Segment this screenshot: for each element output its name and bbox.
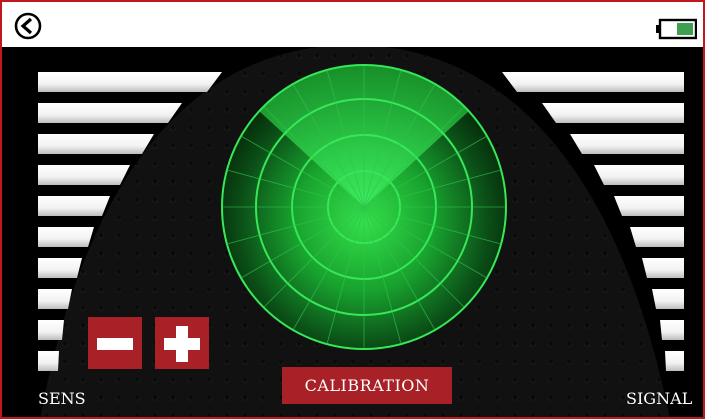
signal-bar <box>502 72 684 92</box>
sens-bar <box>38 289 72 309</box>
sens-bar <box>38 134 154 154</box>
signal-label: SIGNAL <box>626 389 693 408</box>
detector-stage: CALIBRATION SENS SIGNAL <box>2 47 703 417</box>
radar-scope <box>221 64 507 350</box>
sens-bar <box>38 103 182 123</box>
sens-bar <box>38 196 110 216</box>
sens-bar <box>38 351 59 371</box>
back-button[interactable] <box>14 12 42 40</box>
sens-bar <box>38 258 82 278</box>
battery-fill <box>677 23 693 35</box>
sensitivity-increase-button[interactable] <box>155 317 209 369</box>
signal-bar <box>614 196 684 216</box>
signal-bar <box>660 320 684 340</box>
signal-bar <box>652 289 684 309</box>
radar-spokes <box>222 65 506 349</box>
sens-bar <box>38 165 130 185</box>
minus-icon <box>97 338 133 350</box>
signal-bar <box>665 351 684 371</box>
signal-bar <box>594 165 684 185</box>
sens-label: SENS <box>38 389 86 408</box>
signal-bar <box>630 227 684 247</box>
battery-icon <box>656 18 698 40</box>
battery-indicator <box>655 18 698 40</box>
sensitivity-decrease-button[interactable] <box>88 317 142 369</box>
signal-bar <box>642 258 684 278</box>
sens-bar <box>38 227 94 247</box>
sens-bar <box>38 72 222 92</box>
top-bar <box>2 2 703 47</box>
signal-bar <box>570 134 684 154</box>
back-arrow-circle-icon <box>14 12 42 40</box>
calibration-button[interactable]: CALIBRATION <box>282 367 452 404</box>
sens-bar <box>38 320 64 340</box>
app-window: CALIBRATION SENS SIGNAL <box>0 0 705 419</box>
signal-bar <box>542 103 684 123</box>
